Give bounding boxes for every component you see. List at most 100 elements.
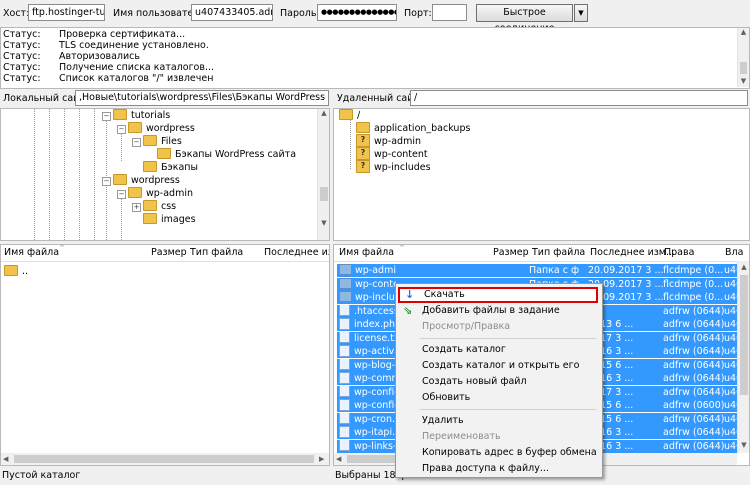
local-path-input[interactable]: ,Новые\tutorials\wordpress\Files\Бэкапы … <box>75 90 329 106</box>
local-tree: − tutorials − wordpress − Files Бэкапы W… <box>0 108 330 241</box>
file-icon <box>339 399 350 411</box>
collapse-icon[interactable]: − <box>117 125 126 134</box>
menu-item-download[interactable]: ↓ Скачать <box>398 287 598 303</box>
remote-list-header: Имя файла ^ Размер Тип файла Последнее и… <box>334 245 749 262</box>
collapse-icon[interactable]: − <box>102 177 111 186</box>
menu-item-удалить[interactable]: Удалить <box>398 413 598 428</box>
cell-perms: adfrw (0644) <box>663 413 725 425</box>
column-header[interactable]: Права <box>664 245 694 260</box>
list-item[interactable]: .. <box>4 265 28 278</box>
cell-type: Папка с ф <box>529 265 580 276</box>
unknown-folder-icon: ? <box>356 134 370 147</box>
cell-perms: adfrw (0600) <box>663 400 725 411</box>
remote-path-input[interactable]: / <box>410 90 748 106</box>
cell-perms: adfrw (0644) <box>663 305 725 317</box>
column-header[interactable]: Размер <box>151 245 187 260</box>
column-header[interactable]: Тип файла <box>532 245 585 260</box>
file-name-cell: wp-blog-he <box>337 358 396 372</box>
tree-item[interactable]: tutorials <box>113 109 170 122</box>
file-icon <box>339 426 350 438</box>
tree-item[interactable]: Бэкапы <box>143 161 198 174</box>
port-input[interactable] <box>432 4 467 21</box>
column-header[interactable]: Вла <box>725 245 743 260</box>
file-icon <box>339 372 350 384</box>
menu-item-обновить[interactable]: Обновить <box>398 390 598 405</box>
file-name-cell: wp-links-o <box>337 439 396 453</box>
folder-icon <box>128 122 142 133</box>
local-hscrollbar[interactable]: ◀ ▶ <box>1 453 329 465</box>
cell-perms: adfrw (0644) <box>663 319 725 330</box>
tree-item[interactable]: Files <box>143 135 182 148</box>
local-site-bar: Локальный сайт: ,Новые\tutorials\wordpre… <box>0 89 330 107</box>
file-icon <box>339 358 350 370</box>
tree-root[interactable]: / <box>339 109 360 122</box>
menu-separator <box>420 338 596 339</box>
folder-icon <box>339 264 352 275</box>
file-icon <box>339 318 350 330</box>
quickconnect-dropdown[interactable]: ▼ <box>574 4 588 22</box>
username-input[interactable]: u407433405.admin <box>191 4 273 21</box>
cell-perms: adfrw (0644) <box>663 332 725 344</box>
password-label: Пароль: <box>280 8 320 19</box>
cell-date: 20.09.2017 3 ... <box>588 265 664 276</box>
chevron-down-icon: ▼ <box>578 9 584 17</box>
file-name-cell: wp-itapi.ph <box>337 426 396 439</box>
column-header[interactable]: Последнее изм... <box>590 245 675 260</box>
menu-item-права-доступа-к-файлу[interactable]: Права доступа к файлу... <box>398 461 598 476</box>
menu-item-создать-новый-файл[interactable]: Создать новый файл <box>398 374 598 389</box>
cell-perms: adfrw (0644) <box>663 386 725 398</box>
quickconnect-button[interactable]: Быстрое соединение <box>476 4 573 34</box>
column-header[interactable]: Имя файла <box>339 245 394 260</box>
menu-item-копировать-адрес-в-буфер-обмена[interactable]: Копировать адрес в буфер обмена <box>398 445 598 460</box>
folder-icon <box>339 277 352 289</box>
file-icon <box>339 304 350 316</box>
cell-perms: flcdmpe (0... <box>663 292 724 303</box>
file-name-cell: wp-cron.ph <box>337 412 396 426</box>
tree-item[interactable]: wordpress <box>113 174 180 187</box>
host-input[interactable]: ftp.hostinger-tutor <box>28 4 105 21</box>
file-icon <box>339 331 350 343</box>
local-list-header: Имя файла ^ Размер Тип файла Последнее и… <box>1 245 329 262</box>
tree-item[interactable]: application_backups <box>356 122 470 135</box>
folder-icon <box>113 174 127 185</box>
tree-item-selected[interactable]: Бэкапы WordPress сайта <box>157 148 296 161</box>
file-name-cell: wp-admin <box>337 264 396 277</box>
tree-item[interactable]: wordpress <box>128 122 195 135</box>
remote-tree: / application_backups ? wp-admin ? wp-cont… <box>333 108 750 241</box>
file-name-cell: wp-comme <box>337 372 396 385</box>
port-label: Порт: <box>404 8 432 19</box>
folder-icon <box>113 109 127 120</box>
context-menu: ↓ Скачать ⇘ Добавить файлы в задание Просмот… <box>395 283 603 478</box>
menu-item-создать-каталог-и-открыть-его[interactable]: Создать каталог и открыть его <box>398 358 598 373</box>
collapse-icon[interactable]: − <box>117 190 126 199</box>
menu-separator <box>420 409 596 410</box>
folder-icon <box>4 265 18 276</box>
tree-item[interactable]: images <box>143 213 196 226</box>
file-icon <box>339 345 350 357</box>
column-header[interactable]: Размер <box>493 245 529 260</box>
file-name-cell: index.php <box>337 318 396 331</box>
password-input[interactable]: ●●●●●●●●●●●●●● <box>317 4 397 21</box>
column-header[interactable]: Тип файла <box>190 245 243 260</box>
file-icon <box>339 385 350 397</box>
file-name-cell: wp-activate <box>337 345 396 358</box>
folder-icon <box>339 291 352 302</box>
expand-icon[interactable]: + <box>132 203 141 212</box>
collapse-icon[interactable]: − <box>132 138 141 147</box>
log-scrollbar[interactable]: ▲ ▼ <box>737 28 749 87</box>
download-arrow-icon: ↓ <box>405 288 415 301</box>
collapse-icon[interactable]: − <box>102 112 111 121</box>
remote-site-bar: Удаленный сайт: / <box>333 89 750 107</box>
add-to-queue-icon: ⇘ <box>403 304 413 317</box>
folder-icon <box>143 213 157 224</box>
menu-item-создать-каталог[interactable]: Создать каталог <box>398 342 598 357</box>
tree-item[interactable]: ? wp-includes <box>356 160 431 174</box>
menu-item-добавить-файлы-в-задание[interactable]: ⇘ Добавить файлы в задание <box>398 303 598 318</box>
column-header[interactable]: Имя файла <box>4 245 59 260</box>
remote-list-scrollbar[interactable]: ▲ ▼ <box>737 261 749 453</box>
column-header[interactable]: Последнее изме <box>264 245 329 260</box>
local-tree-scrollbar[interactable]: ▲ ▼ <box>317 109 329 240</box>
tree-item[interactable]: css <box>143 200 176 213</box>
table-row[interactable]: wp-admin Папка с ф 20.09.2017 3 ...flcdmpe… <box>337 264 742 277</box>
tree-item[interactable]: wp-admin <box>128 187 193 200</box>
